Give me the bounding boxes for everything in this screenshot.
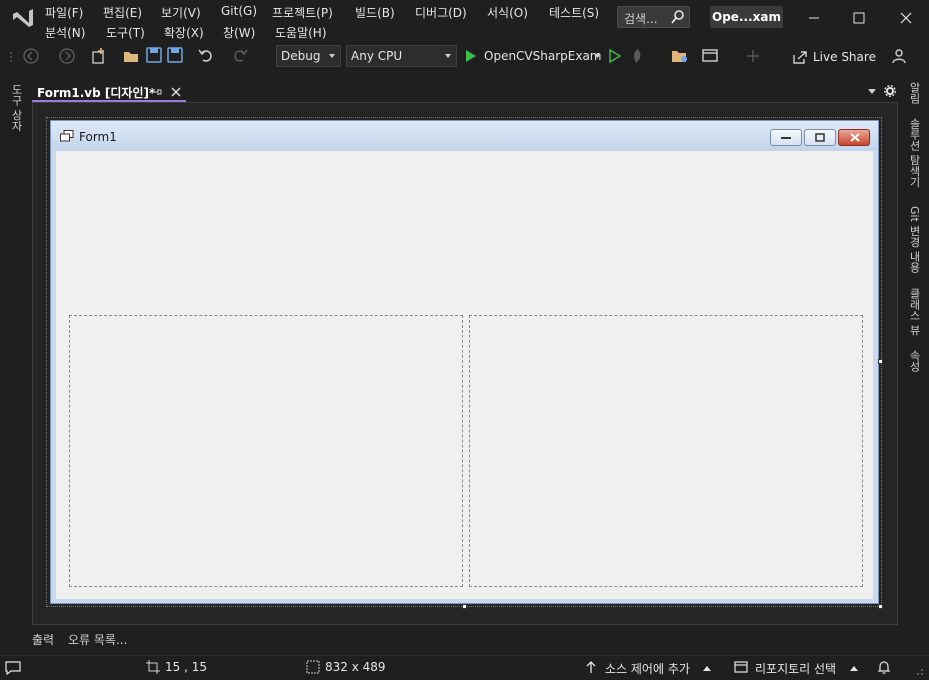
menu-git[interactable]: Git(G) [221,4,257,18]
notifications-tab[interactable]: 알림 [906,82,922,104]
title-bar: 파일(F) 편집(E) 보기(V) Git(G) 프로젝트(P) 빌드(B) 디… [0,0,929,42]
right-tool-rail: 알림 솔루션 탐색기 Git 변경 내용 클래스 뷰 속성 [900,80,929,655]
form-client-area[interactable] [56,151,873,599]
comment-icon[interactable] [5,660,21,676]
position-readout: 15 , 15 [165,660,207,674]
vs-logo-icon [13,9,33,27]
close-icon[interactable] [892,8,920,28]
gear-icon[interactable] [884,85,896,97]
form-title-bar[interactable]: Form1 [51,121,878,151]
menu-build[interactable]: 빌드(B) [355,4,395,21]
resize-grip-icon[interactable] [914,668,924,678]
folder-icon[interactable] [671,48,689,64]
search-placeholder: 검색... [624,12,658,26]
menu-extensions[interactable]: 확장(X) [164,24,204,41]
redo-icon[interactable] [232,47,248,63]
class-view-tab[interactable]: 클래스 뷰 [906,288,922,336]
maximize-icon [815,133,825,142]
picture-box-left[interactable] [69,315,463,587]
repo-icon [734,661,748,673]
menu-debug[interactable]: 디버그(D) [415,4,467,21]
chevron-down-icon[interactable] [594,54,601,59]
search-box[interactable]: 검색... [617,6,690,28]
menu-format[interactable]: 서식(O) [487,4,528,21]
search-icon [671,10,684,24]
size-icon [306,660,320,674]
status-bar: 15 , 15 832 x 489 소스 제어에 추가 리포지토리 선택 [0,655,929,680]
start-icon[interactable] [465,49,477,63]
picture-box-right[interactable] [469,315,863,587]
resize-handle-right[interactable] [878,359,883,364]
menu-file[interactable]: 파일(F) [45,4,83,21]
tab-form1-designer[interactable]: Form1.vb [디자인]* [32,81,186,102]
live-share-button[interactable]: Live Share [813,50,876,64]
menu-view[interactable]: 보기(V) [161,4,201,21]
chevron-up-icon [703,666,711,671]
menu-analyze[interactable]: 분석(N) [45,24,85,41]
close-icon [850,133,860,142]
arrow-up-icon [586,661,596,673]
solution-explorer-tab[interactable]: 솔루션 탐색기 [906,118,922,188]
config-value: Debug [281,49,321,63]
select-repo-button[interactable]: 리포지토리 선택 [755,660,836,677]
menu-help[interactable]: 도움말(H) [275,24,327,41]
alignment-icon[interactable] [745,49,761,63]
save-all-icon[interactable] [167,47,183,63]
pin-icon[interactable] [152,87,162,97]
start-without-debug-icon[interactable] [609,49,621,63]
bottom-tool-tabs: 출력 오류 목록... [28,626,328,654]
minimize-icon [781,137,791,139]
undo-icon[interactable] [198,47,214,63]
open-icon[interactable] [123,47,141,65]
forward-icon[interactable] [58,47,76,65]
menu-project[interactable]: 프로젝트(P) [272,4,333,21]
menu-window[interactable]: 창(W) [223,24,255,41]
new-project-icon[interactable] [90,47,108,65]
maximize-icon[interactable] [845,8,873,28]
solution-name-badge[interactable]: Ope...xam [710,6,783,28]
resize-handle-corner[interactable] [878,604,883,609]
size-readout: 832 x 489 [325,660,386,674]
form-minimize-button[interactable] [770,129,802,146]
resize-handle-bottom[interactable] [462,604,467,609]
error-list-tab[interactable]: 오류 목록... [68,631,127,648]
add-source-control-button[interactable]: 소스 제어에 추가 [605,660,690,677]
properties-tab[interactable]: 속성 [906,350,922,372]
platform-dropdown[interactable]: Any CPU [346,45,457,67]
form-maximize-button[interactable] [804,129,836,146]
platform-value: Any CPU [351,49,403,63]
left-tool-rail: 도구 상자 [0,80,28,655]
window-layout-icon[interactable] [702,48,720,64]
save-icon[interactable] [146,47,162,63]
form-title: Form1 [79,130,117,144]
document-tab-row: Form1.vb [디자인]* [32,81,898,103]
back-icon[interactable] [22,47,40,65]
feedback-icon[interactable] [891,47,909,65]
minimize-icon[interactable] [800,8,828,28]
hot-reload-icon[interactable] [630,48,646,64]
start-target-button[interactable]: OpenCVSharpExam [484,49,602,63]
output-tab[interactable]: 출력 [32,631,54,648]
form-close-button[interactable] [838,129,870,146]
tab-close-icon[interactable] [171,87,181,97]
position-icon [146,660,160,674]
toolbar-grip-icon [10,52,12,62]
form-window[interactable]: Form1 [50,120,879,604]
menu-test[interactable]: 테스트(S) [549,4,599,21]
menu-tools[interactable]: 도구(T) [106,24,145,41]
menu-edit[interactable]: 편집(E) [103,4,142,21]
tab-label: Form1.vb [디자인]* [37,86,156,100]
notification-bell-icon[interactable] [877,659,891,675]
git-changes-tab[interactable]: Git 변경 내용 [906,206,922,273]
toolbox-tab[interactable]: 도구 상자 [8,84,24,132]
chevron-up-icon [850,666,858,671]
config-dropdown[interactable]: Debug [276,45,341,67]
tab-overflow-icon[interactable] [868,89,876,94]
form-icon [60,130,74,142]
live-share-icon[interactable] [792,49,808,65]
